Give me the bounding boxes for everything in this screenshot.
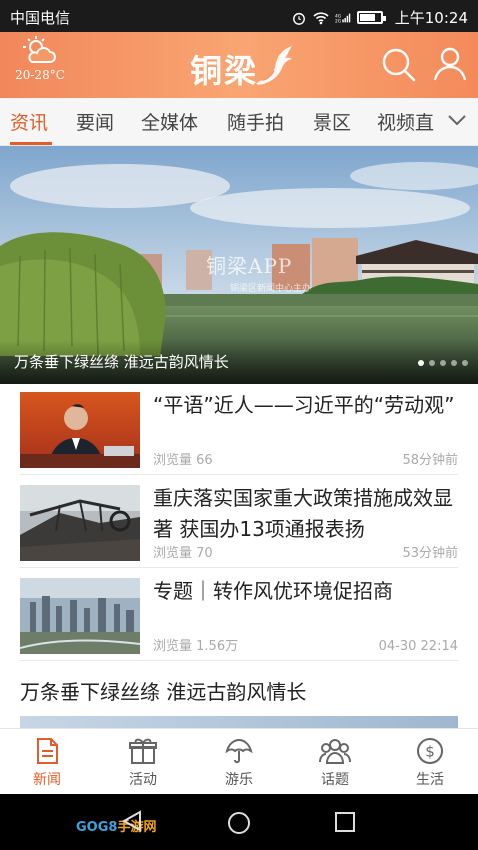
tab-headlines[interactable]: 要闻 <box>76 108 114 135</box>
news-thumbnail <box>20 578 140 654</box>
news-image-peek <box>20 716 458 728</box>
news-icon <box>37 738 58 764</box>
app-logo: 铜梁 <box>184 40 294 92</box>
svg-text:4G: 4G <box>335 13 342 19</box>
battery-icon <box>356 11 386 24</box>
news-time: 58分钟前 <box>402 453 458 468</box>
carousel-dot[interactable] <box>451 360 457 366</box>
divider <box>20 474 458 475</box>
news-item[interactable]: “平语”近人——习近平的“劳动观” 浏览量 66 58分钟前 <box>20 386 458 475</box>
nav-activities[interactable]: 活动 <box>108 737 178 789</box>
news-views: 浏览量 66 <box>153 453 213 468</box>
app-header: 20-28°C 铜梁 <box>0 32 478 98</box>
tab-scenic[interactable]: 景区 <box>313 108 351 135</box>
people-icon <box>319 739 351 764</box>
nav-entertainment[interactable]: 游乐 <box>204 737 274 789</box>
carousel-dot[interactable] <box>440 360 446 366</box>
news-title: 重庆落实国家重大政策措施成效显著 获国办13项通报表扬 <box>153 486 453 541</box>
nav-activities-label: 活动 <box>129 772 157 788</box>
banner-carousel[interactable]: 铜梁APP 铜梁区新闻中心主办 万条垂下绿丝绦 淮远古韵风情长 <box>0 146 478 384</box>
more-tabs-button[interactable] <box>438 98 478 145</box>
carrier-name: 中国电信 <box>10 9 71 27</box>
banner-watermark: 铜梁APP 铜梁区新闻中心主办 <box>206 254 312 294</box>
news-views: 浏览量 1.56万 <box>153 639 239 654</box>
carousel-dot[interactable] <box>429 360 435 366</box>
nav-entertainment-label: 游乐 <box>225 772 253 788</box>
system-nav-bar: GOG8手游网 <box>0 794 478 850</box>
site-watermark: GOG8手游网 <box>76 820 157 835</box>
news-title: 专题｜转作风优环境促招商 <box>153 579 393 603</box>
news-item[interactable]: 重庆落实国家重大政策措施成效显著 获国办13项通报表扬 浏览量 70 53分钟前 <box>20 479 458 568</box>
nav-life-label: 生活 <box>416 772 444 788</box>
news-item[interactable]: 专题｜转作风优环境促招商 浏览量 1.56万 04-30 22:14 <box>20 572 458 661</box>
clock: 上午10:24 <box>394 9 468 27</box>
category-tabs: 资讯 要闻 全媒体 随手拍 景区 视频直 <box>0 98 478 146</box>
nav-news[interactable]: 新闻 <box>12 737 82 789</box>
status-bar: 中国电信 4G 2G 上午10:24 <box>0 0 478 32</box>
banner-caption[interactable]: 万条垂下绿丝绦 淮远古韵风情长 <box>14 351 229 372</box>
tab-video[interactable]: 视频直 <box>377 108 434 135</box>
wifi-icon <box>313 11 329 24</box>
temperature: 20-28°C <box>15 68 65 82</box>
nav-news-label: 新闻 <box>33 772 61 788</box>
news-views: 浏览量 70 <box>153 546 213 561</box>
tab-all-media[interactable]: 全媒体 <box>141 108 198 135</box>
divider <box>20 567 458 568</box>
signal-icon: 4G2G <box>335 13 351 24</box>
news-time: 04-30 22:14 <box>378 639 458 654</box>
weather-widget[interactable]: 20-28°C <box>14 36 66 82</box>
gift-icon <box>129 738 157 764</box>
news-time: 53分钟前 <box>402 546 458 561</box>
search-icon[interactable] <box>378 44 418 84</box>
carousel-indicator <box>418 360 468 366</box>
partly-cloudy-icon <box>23 36 56 63</box>
recent-apps-icon[interactable] <box>335 812 355 832</box>
nav-topics-label: 话题 <box>321 772 349 788</box>
dragon-logo-icon <box>256 46 292 85</box>
tab-news[interactable]: 资讯 <box>10 108 48 135</box>
nav-topics[interactable]: 话题 <box>300 737 370 789</box>
svg-text:$: $ <box>425 743 435 761</box>
dollar-icon: $ <box>417 738 443 764</box>
chevron-down-icon <box>448 115 466 126</box>
umbrella-icon <box>225 738 253 764</box>
user-icon[interactable] <box>430 44 470 84</box>
carousel-dot[interactable] <box>418 360 424 366</box>
back-icon[interactable] <box>120 810 144 832</box>
news-headline[interactable]: 万条垂下绿丝绦 淮远古韵风情长 <box>20 676 306 705</box>
svg-text:2G: 2G <box>335 18 342 24</box>
bottom-nav: 新闻 活动 游乐 话题 $ 生活 <box>0 728 478 794</box>
news-thumbnail <box>20 485 140 561</box>
tab-snapshots[interactable]: 随手拍 <box>227 108 284 135</box>
logo-text: 铜梁 <box>190 52 259 90</box>
nav-life[interactable]: $ 生活 <box>395 737 465 789</box>
active-tab-indicator <box>10 142 52 145</box>
alarm-icon <box>292 12 305 25</box>
status-right: 4G 2G 上午10:24 <box>291 7 468 28</box>
news-thumbnail <box>20 392 140 468</box>
carousel-dot[interactable] <box>462 360 468 366</box>
divider <box>20 660 458 661</box>
home-icon[interactable] <box>227 811 251 835</box>
news-title: “平语”近人——习近平的“劳动观” <box>153 393 455 417</box>
